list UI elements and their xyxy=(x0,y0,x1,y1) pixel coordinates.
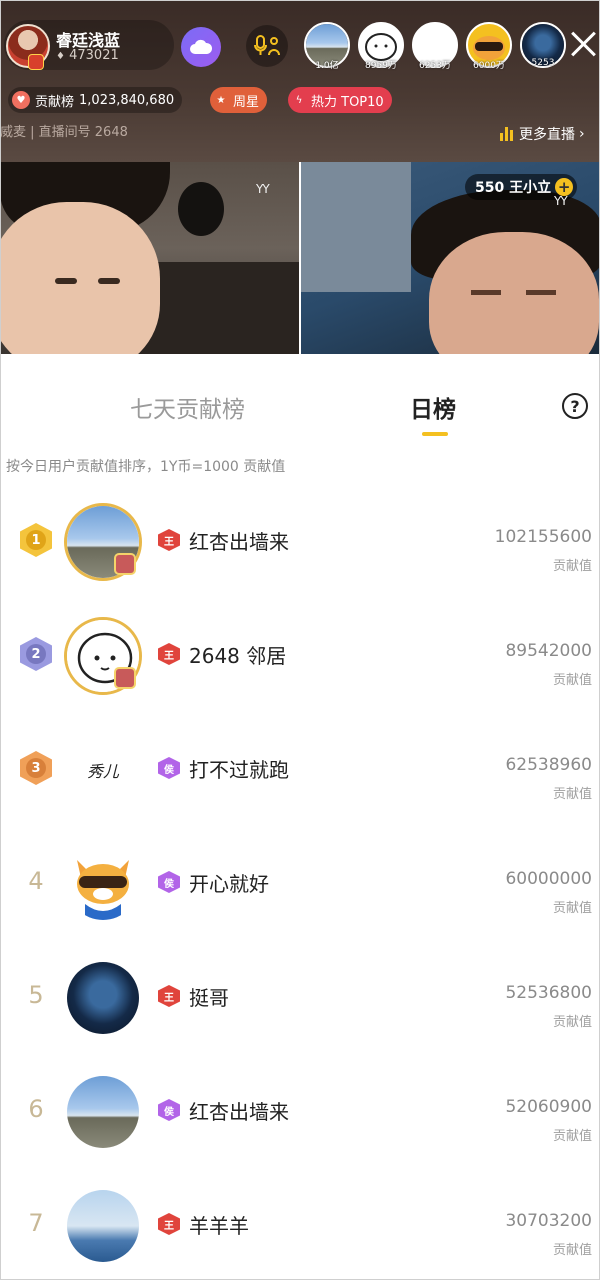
more-live-label: 更多直播 xyxy=(519,127,575,143)
noble-badge-icon xyxy=(114,667,136,689)
list-item[interactable]: 1 王 红杏出墙来 102155600 贡献值 xyxy=(0,483,600,597)
contribution-rank-pill[interactable]: ♥ 贡献榜 1,023,840,680 xyxy=(8,87,183,113)
level-badge-icon: 王 xyxy=(158,529,180,551)
yy-watermark-guest: YY xyxy=(554,194,568,208)
bar-chart-icon xyxy=(500,127,513,141)
username: 2648 邻居 xyxy=(189,644,287,668)
score: 62538960 xyxy=(505,755,592,775)
viewer-count-4: 6000万 xyxy=(473,61,505,71)
username: 红杏出墙来 xyxy=(189,530,289,554)
score-unit: 贡献值 xyxy=(552,1015,592,1030)
mic-icon xyxy=(254,35,280,56)
more-live-button[interactable]: 更多直播 › xyxy=(500,124,585,144)
rank-number: 7 xyxy=(28,1209,44,1237)
tab-daily[interactable]: 日榜 xyxy=(410,390,456,424)
viewer-count-1: 1.0亿 xyxy=(315,61,339,71)
avatar[interactable] xyxy=(67,1076,139,1148)
tab-seven-day[interactable]: 七天贡献榜 xyxy=(130,390,245,424)
cloud-button[interactable] xyxy=(181,27,221,67)
username: 打不过就跑 xyxy=(189,758,289,782)
score-unit: 贡献值 xyxy=(552,787,592,802)
gold-medal-icon: 1 xyxy=(20,523,52,557)
weekly-star-label: 周星 xyxy=(233,94,260,110)
heart-icon: ♥ xyxy=(12,91,30,109)
avatar[interactable] xyxy=(67,848,139,920)
list-item[interactable]: 2 王 2648 邻居 89542000 贡献值 xyxy=(0,597,600,711)
score: 52060900 xyxy=(505,1097,592,1117)
star-icon: ★ xyxy=(216,94,226,106)
score: 52536800 xyxy=(505,983,592,1003)
score: 60000000 xyxy=(505,869,592,889)
score-unit: 贡献值 xyxy=(552,901,592,916)
balloon xyxy=(178,182,224,236)
noble-badge-icon xyxy=(114,553,136,575)
rank-number: 4 xyxy=(28,867,44,895)
guest-video-feed[interactable]: 550 王小立 + YY xyxy=(301,162,600,354)
level-badge-icon: 侯 xyxy=(158,757,180,779)
viewer-count-2: 8959万 xyxy=(365,61,397,71)
username: 挺哥 xyxy=(189,986,229,1010)
stream-header: 睿廷浅蓝 ♦ 473021 1.0亿 8959万 6253万 6000万 525… xyxy=(0,0,600,162)
rank-number: 6 xyxy=(28,1095,44,1123)
bronze-medal-icon: 3 xyxy=(20,751,52,785)
host-level-badge xyxy=(28,54,44,70)
host-video-feed[interactable]: YY xyxy=(0,162,299,354)
room-info: 威麦 | 直播间号 2648 xyxy=(0,125,128,140)
host-fans-value: 473021 xyxy=(69,48,119,63)
lightning-icon: ϟ xyxy=(295,94,303,106)
yy-watermark: YY xyxy=(256,182,270,196)
score: 30703200 xyxy=(505,1211,592,1231)
active-tab-indicator xyxy=(422,432,448,436)
mic-queue-button[interactable] xyxy=(246,25,288,67)
viewer-count-3: 6253万 xyxy=(419,61,451,71)
rank-value: 1,023,840,680 xyxy=(79,92,175,108)
rank-label: 贡献榜 xyxy=(35,94,75,110)
video-section: YY 550 王小立 + YY xyxy=(0,162,600,354)
avatar[interactable] xyxy=(67,1190,139,1262)
rank-number: 5 xyxy=(28,981,44,1009)
level-badge-icon: 王 xyxy=(158,643,180,665)
username: 开心就好 xyxy=(189,872,269,896)
avatar[interactable]: 秀儿 xyxy=(67,734,139,806)
host-fans-count: ♦ 473021 xyxy=(56,48,119,63)
level-badge-icon: 侯 xyxy=(158,871,180,893)
score-unit: 贡献值 xyxy=(552,559,592,574)
silver-medal-icon: 2 xyxy=(20,637,52,671)
heat-top-pill[interactable]: ϟ 热力 TOP10 xyxy=(288,87,392,113)
score-unit: 贡献值 xyxy=(552,1243,592,1258)
list-item[interactable]: 7 王 羊羊羊 30703200 贡献值 xyxy=(0,1167,600,1280)
heat-top-label: 热力 TOP10 xyxy=(311,94,384,110)
score-unit: 贡献值 xyxy=(552,1129,592,1144)
close-icon[interactable] xyxy=(568,28,600,60)
level-badge-icon: 侯 xyxy=(158,1099,180,1121)
level-badge-icon: 王 xyxy=(158,985,180,1007)
chevron-right-icon: › xyxy=(579,126,585,142)
score: 102155600 xyxy=(494,527,592,547)
username: 羊羊羊 xyxy=(189,1214,249,1238)
list-item[interactable]: 4 侯 开心就好 60000000 贡献值 xyxy=(0,825,600,939)
list-item[interactable]: 5 王 挺哥 52536800 贡献值 xyxy=(0,939,600,1053)
list-item[interactable]: 3 秀儿 侯 打不过就跑 62538960 贡献值 xyxy=(0,711,600,825)
cloud-icon xyxy=(190,39,213,54)
score: 89542000 xyxy=(505,641,592,661)
username: 红杏出墙来 xyxy=(189,1100,289,1124)
weekly-star-pill[interactable]: ★ 周星 xyxy=(210,87,268,113)
level-badge-icon: 王 xyxy=(158,1213,180,1235)
score-unit: 贡献值 xyxy=(552,673,592,688)
flame-icon: ♦ xyxy=(56,51,65,62)
help-icon[interactable]: ? xyxy=(562,393,588,419)
ranking-description: 按今日用户贡献值排序，1Y币=1000 贡献值 xyxy=(6,459,286,475)
avatar[interactable] xyxy=(67,962,139,1034)
list-item[interactable]: 6 侯 红杏出墙来 52060900 贡献值 xyxy=(0,1053,600,1167)
avatar-text: 秀儿 xyxy=(86,762,119,781)
guest-label: 550 王小立 xyxy=(475,180,552,196)
viewer-count-5: 5253 xyxy=(531,58,555,68)
